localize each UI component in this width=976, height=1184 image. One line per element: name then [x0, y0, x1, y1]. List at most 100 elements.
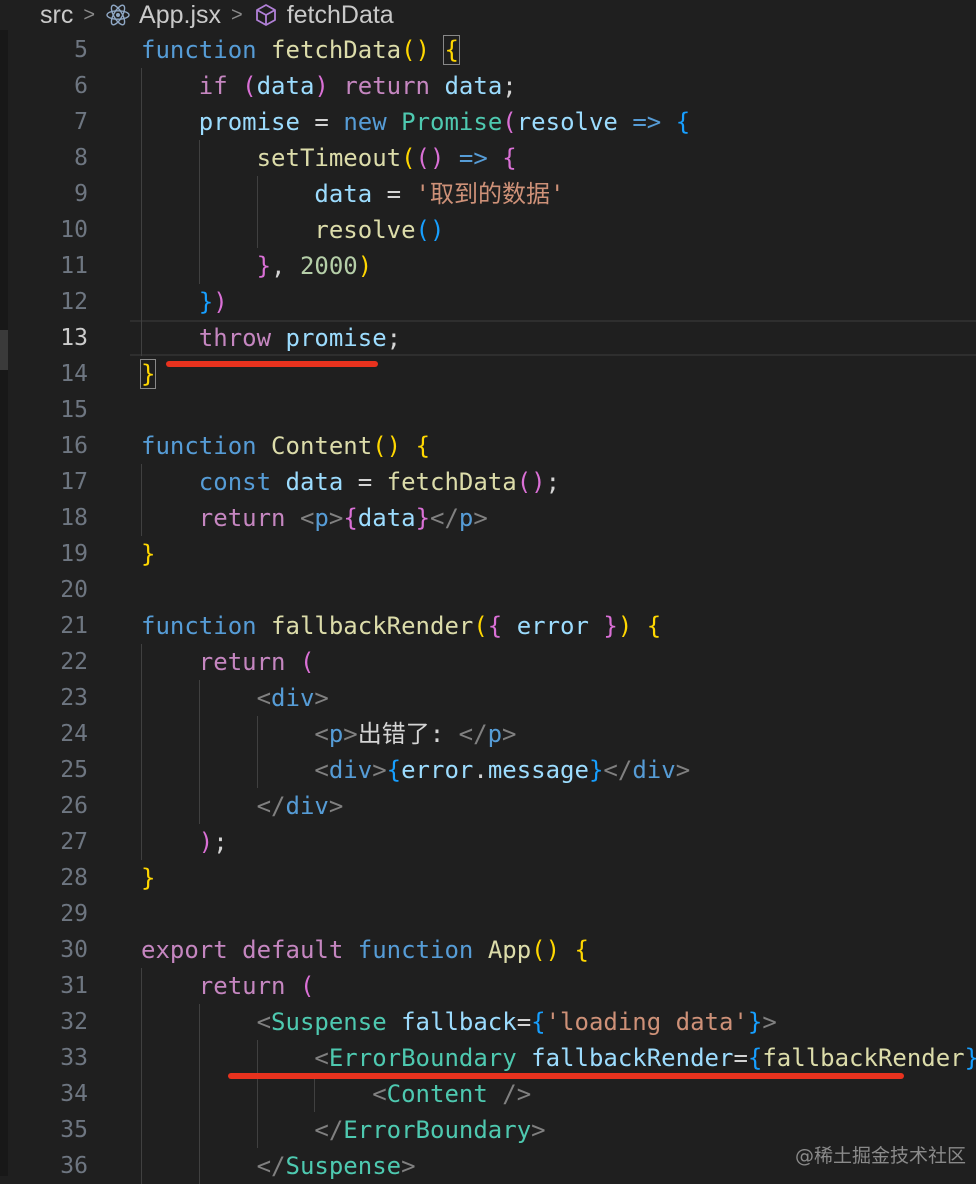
line-number: 34 — [60, 1081, 88, 1107]
line-number: 6 — [74, 73, 88, 99]
code-token: > — [328, 504, 344, 532]
indent-guide — [256, 176, 258, 212]
code-line[interactable]: 21 function fallbackRender({ error }) { — [0, 608, 976, 644]
indent-guide — [256, 1112, 258, 1148]
code-token: = — [299, 108, 344, 136]
code-line[interactable]: 14} — [0, 356, 976, 392]
code-token: ( — [242, 72, 257, 100]
code-token: promise — [198, 108, 300, 136]
indent-guide — [198, 680, 200, 716]
code-line[interactable]: 33 <ErrorBoundary fallbackRender={fallbac… — [0, 1040, 976, 1076]
code-token: ) — [314, 72, 329, 100]
indent-guide — [256, 212, 258, 248]
code-line[interactable]: 17 const data = fetchData(); — [0, 464, 976, 500]
code-line[interactable]: 28} — [0, 860, 976, 896]
code-line[interactable]: 19} — [0, 536, 976, 572]
line-number: 18 — [60, 505, 88, 531]
indent-guide — [141, 644, 142, 680]
code-line[interactable]: 6 if (data) return data; — [0, 68, 976, 104]
code-token: fetchData — [271, 36, 402, 64]
breadcrumb-folder[interactable]: src — [40, 1, 73, 30]
code-line[interactable]: 13 throw promise; — [0, 320, 976, 356]
line-number: 11 — [60, 253, 88, 279]
indent-guide — [141, 968, 142, 1004]
indent-guide — [141, 788, 142, 824]
code-token: resolve — [314, 216, 416, 244]
code-line[interactable]: 20 — [0, 572, 976, 608]
line-number: 13 — [60, 325, 88, 351]
code-line[interactable]: 32 <Suspense fallback={'loading data'}> — [0, 1004, 976, 1040]
line-number: 29 — [60, 901, 88, 927]
indent-guide — [141, 1004, 142, 1040]
code-line[interactable]: 12}) — [0, 284, 976, 320]
code-line[interactable]: 18 return <p>{data}</p> — [0, 500, 976, 536]
code-token: { — [502, 144, 517, 172]
code-text: <Content /> — [372, 1076, 531, 1112]
code-token: ( — [299, 972, 315, 1000]
code-token: < — [372, 1080, 387, 1108]
code-text: <ErrorBoundary fallbackRender={fallbackR… — [314, 1040, 976, 1076]
line-number: 21 — [60, 613, 88, 639]
breadcrumb-symbol[interactable]: fetchData — [287, 1, 394, 30]
code-line[interactable]: 29 — [0, 896, 976, 932]
code-token: ( — [502, 108, 517, 136]
code-token: ErrorBoundary — [343, 1116, 532, 1144]
line-number: 28 — [60, 865, 88, 891]
code-line[interactable]: 7 promise = new Promise(resolve => { — [0, 104, 976, 140]
code-token: > — [343, 720, 358, 748]
indent-guide — [198, 1148, 200, 1184]
line-number: 30 — [60, 937, 88, 963]
code-token: data — [256, 72, 315, 100]
code-line[interactable]: 11}, 2000) — [0, 248, 976, 284]
code-token: data — [314, 180, 373, 208]
code-text: return ( — [199, 968, 315, 1004]
code-editor[interactable]: 5 function fetchData() {6 if (data) return… — [0, 32, 976, 1184]
code-text: return <p>{data}</p> — [199, 500, 488, 536]
breadcrumb-file[interactable]: App.jsx — [139, 1, 221, 30]
code-token: } — [139, 359, 157, 389]
line-number: 15 — [60, 397, 88, 423]
code-line[interactable]: 23 <div> — [0, 680, 976, 716]
code-token: ( — [401, 144, 416, 172]
code-line[interactable]: 34 <Content /> — [0, 1076, 976, 1112]
chevron-right-icon: > — [231, 3, 243, 26]
code-line[interactable]: 5 function fetchData() { — [0, 32, 976, 68]
code-line[interactable]: 25 <div>{error.message}</div> — [0, 752, 976, 788]
indent-guide — [198, 140, 200, 176]
chevron-right-icon: > — [83, 3, 96, 26]
code-token: '取到的数据' — [415, 180, 565, 208]
code-line[interactable]: 10 resolve() — [0, 212, 976, 248]
code-token: p — [458, 504, 474, 532]
code-line[interactable]: 30 export default function App() { — [0, 932, 976, 968]
code-text: <Suspense fallback={'loading data'}> — [257, 1004, 777, 1040]
code-token: App — [487, 936, 532, 964]
line-number: 35 — [60, 1117, 88, 1143]
code-line[interactable]: 24 <p>出错了: </p> — [0, 716, 976, 752]
indent-guide — [141, 248, 142, 284]
code-token: } — [747, 1008, 763, 1036]
code-line[interactable]: 27); — [0, 824, 976, 860]
code-line[interactable]: 9 data = '取到的数据' — [0, 176, 976, 212]
indent-guide — [198, 248, 200, 284]
code-line[interactable]: 16 function Content() { — [0, 428, 976, 464]
line-number: 36 — [60, 1153, 88, 1179]
code-line[interactable]: 22 return ( — [0, 644, 976, 680]
code-token: new — [343, 108, 387, 136]
code-token: if — [198, 72, 228, 100]
code-token: > — [372, 756, 387, 784]
code-line[interactable]: 31 return ( — [0, 968, 976, 1004]
code-token: < — [314, 756, 329, 784]
code-line[interactable]: 8 setTimeout(() => { — [0, 140, 976, 176]
code-line[interactable]: 15 — [0, 392, 976, 428]
code-text: } — [141, 860, 155, 896]
code-token: throw — [198, 324, 272, 352]
code-line[interactable]: 26 </div> — [0, 788, 976, 824]
